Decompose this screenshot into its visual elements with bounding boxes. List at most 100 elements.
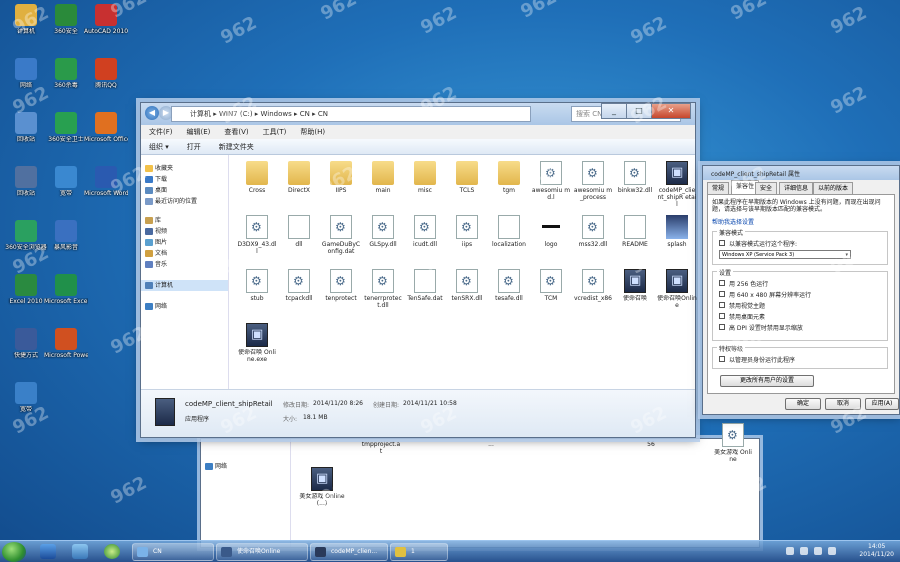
help-link[interactable]: 帮助我选择设置 (712, 217, 754, 226)
file-item[interactable]: main (363, 161, 403, 194)
desktop-icon[interactable]: Microsoft PowerPoint (44, 328, 88, 360)
file-item[interactable]: README (615, 215, 655, 248)
setting-checkbox[interactable] (719, 291, 725, 297)
nav-item[interactable]: 视频 (141, 226, 228, 237)
desktop-icon[interactable]: 暴风影音 (44, 220, 88, 252)
nav-item[interactable]: 桌面 (141, 185, 228, 196)
file-item[interactable]: tgm (489, 161, 529, 194)
desktop-icon[interactable]: 回收站 (4, 112, 48, 144)
menu-item[interactable]: 工具(T) (263, 125, 287, 139)
network-icon[interactable] (800, 547, 808, 555)
desktop-icon[interactable]: AutoCAD 2010 - S... (84, 4, 128, 36)
compat-checkbox[interactable] (719, 240, 725, 246)
file-item[interactable]: binkw32.dll (615, 161, 655, 194)
file-item[interactable]: ... (471, 441, 511, 448)
nav-item[interactable]: 计算机 (141, 280, 228, 291)
browser-icon[interactable] (104, 544, 120, 559)
desktop-icon[interactable]: 360杀毒 (44, 58, 88, 90)
file-item[interactable]: 美女游戏 Online (713, 423, 753, 463)
file-item[interactable]: splash (657, 215, 697, 248)
file-item[interactable]: tenerrprotect.dll (363, 269, 403, 309)
desktop-icon[interactable]: 360安全 (44, 4, 88, 36)
file-item[interactable]: GameDuByConfig.dat (321, 215, 361, 255)
ok-button[interactable]: 确定 (785, 398, 821, 410)
nav-item[interactable]: 下载 (141, 174, 228, 185)
explorer-titlebar[interactable]: ◀ ▶ 计算机 ▸ WIN7 (C:) ▸ Windows ▸ CN ▸ CN … (141, 103, 695, 125)
start-button[interactable] (2, 542, 26, 562)
flag-icon[interactable] (786, 547, 794, 555)
file-item[interactable]: tmpproject.at (361, 441, 401, 455)
close-button[interactable]: ✕ (651, 103, 691, 119)
nav-item[interactable]: 图片 (141, 237, 228, 248)
file-item[interactable]: tesafe.dll (489, 269, 529, 302)
nav-network-back[interactable]: 网络 (201, 461, 290, 472)
nav-item[interactable]: 收藏夹 (141, 163, 228, 174)
file-item[interactable]: tenSRX.dll (447, 269, 487, 302)
file-item[interactable]: 使命召唤 (615, 269, 655, 302)
all-users-button[interactable]: 更改所有用户的设置 (720, 375, 814, 387)
desktop-icon[interactable]: 腾讯QQ (84, 58, 128, 90)
menu-item[interactable]: 编辑(E) (187, 125, 211, 139)
cancel-button[interactable]: 取消 (825, 398, 861, 410)
taskbar-button[interactable]: CN (132, 543, 214, 561)
file-item[interactable]: stub (237, 269, 277, 302)
properties-dialog[interactable]: codeMP_client_shipRetail 属性 常规 兼容性 安全 详细信息以… (702, 165, 900, 415)
desktop-icon[interactable]: Microsoft Excel 2010 (44, 274, 88, 306)
toolbar-button[interactable]: 打开 (187, 139, 201, 154)
back-button[interactable]: ◀ (145, 106, 159, 120)
nav-item[interactable]: 最近访问的位置 (141, 196, 228, 207)
file-item[interactable]: IIPS (321, 161, 361, 194)
menu-item[interactable]: 文件(F) (149, 125, 173, 139)
toolbar-button[interactable]: 组织 ▾ (149, 139, 169, 154)
file-item-selected[interactable]: 美女游戏 Online(...) (299, 467, 345, 507)
file-item[interactable]: iips (447, 215, 487, 248)
file-item[interactable]: GLSpy.dll (363, 215, 403, 248)
file-item[interactable]: TCM (531, 269, 571, 302)
file-item[interactable]: icudt.dll (405, 215, 445, 248)
file-item[interactable]: 使命召唤Online (657, 269, 697, 309)
desktop-icon[interactable]: 快捷方式 (4, 328, 48, 360)
desktop-icon[interactable]: 计算机 (4, 4, 48, 36)
desktop-icon[interactable]: Microsoft Word 2010 (84, 166, 128, 198)
file-item[interactable]: D3DX9_43.dll (237, 215, 277, 255)
file-item[interactable]: TCLS (447, 161, 487, 194)
file-item[interactable]: 使命召唤 Online.exe (237, 323, 277, 363)
dialog-titlebar[interactable]: codeMP_client_shipRetail 属性 (703, 166, 899, 180)
desktop-icon[interactable]: 360安全卫士 (44, 112, 88, 144)
file-item[interactable]: DirectX (279, 161, 319, 194)
show-desktop-icon[interactable] (40, 544, 56, 559)
explorer-icon[interactable] (72, 544, 88, 559)
menu-item[interactable]: 查看(V) (224, 125, 248, 139)
file-item[interactable]: misc (405, 161, 445, 194)
desktop-icon[interactable]: 宽带 (44, 166, 88, 198)
nav-item[interactable]: 库 (141, 215, 228, 226)
file-item[interactable]: Cross (237, 161, 277, 194)
taskbar-button[interactable]: codeMP_clien... (310, 543, 388, 561)
setting-checkbox[interactable] (719, 302, 725, 308)
file-item[interactable]: awesomiu m_process (573, 161, 613, 201)
file-item[interactable]: dll (279, 215, 319, 248)
file-item[interactable]: awesomiu md.l (531, 161, 571, 201)
tab-4[interactable]: 以前的版本 (813, 182, 854, 194)
file-item[interactable]: vcredist_x86 (573, 269, 613, 302)
minimize-button[interactable]: _ (601, 103, 627, 119)
compat-mode-select[interactable]: Windows XP (Service Pack 3) ▾ (719, 250, 851, 259)
maximize-button[interactable]: □ (626, 103, 652, 119)
desktop-icon[interactable]: Excel 2010 (4, 274, 48, 306)
tab-3[interactable]: 详细信息 (779, 182, 814, 194)
setting-checkbox[interactable] (719, 280, 725, 286)
qq-tray-icon[interactable] (828, 547, 836, 555)
menu-item[interactable]: 帮助(H) (300, 125, 325, 139)
desktop-icon[interactable]: 网络 (4, 58, 48, 90)
setting-checkbox[interactable] (719, 324, 725, 330)
file-item[interactable]: localization (489, 215, 529, 248)
taskbar-button[interactable]: 1 (390, 543, 448, 561)
taskbar-button[interactable]: 使命召唤Online (216, 543, 308, 561)
tab-2[interactable]: 安全 (755, 182, 778, 194)
desktop-icon[interactable]: Microsoft Office... (84, 112, 128, 144)
toolbar-button[interactable]: 新建文件夹 (219, 139, 254, 154)
address-bar[interactable]: 计算机 ▸ WIN7 (C:) ▸ Windows ▸ CN ▸ CN (171, 106, 531, 122)
desktop-icon[interactable]: 回收站 (4, 166, 48, 198)
file-item[interactable]: mss32.dll (573, 215, 613, 248)
nav-item[interactable]: 网络 (141, 301, 228, 312)
